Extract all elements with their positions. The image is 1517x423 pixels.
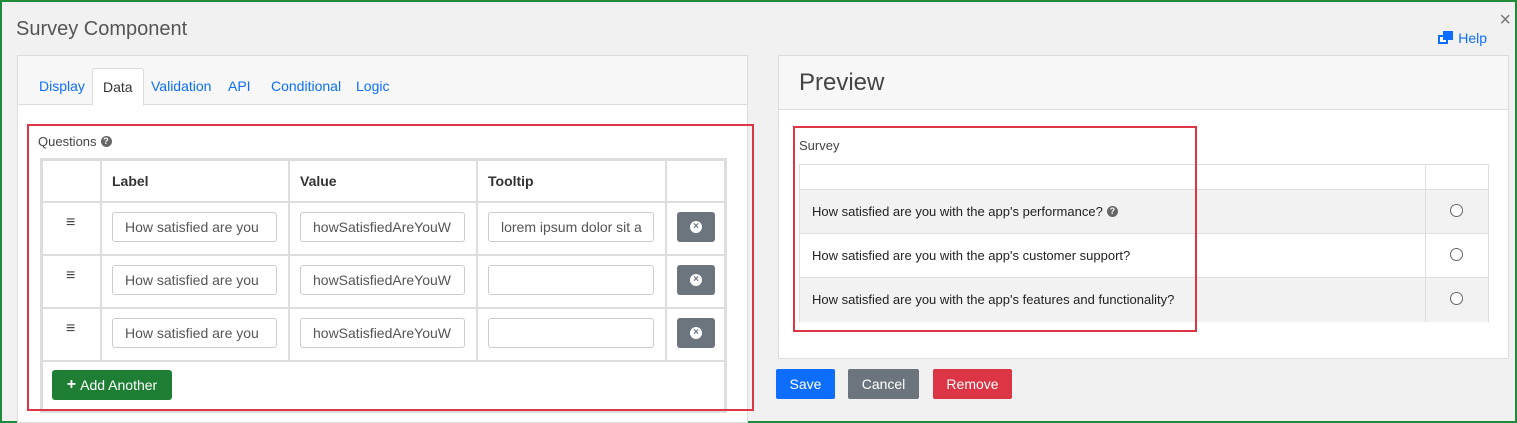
help-label: Help [1458, 30, 1487, 46]
value-column-header: Value [289, 160, 477, 202]
tooltip-input[interactable] [488, 318, 654, 348]
questions-datagrid: Label Value Tooltip ≡ How satisfied are … [40, 158, 727, 413]
close-icon[interactable]: × [1499, 10, 1511, 30]
question-circle-icon[interactable]: ? [1106, 206, 1118, 217]
plus-icon: + [66, 376, 77, 393]
survey-question: How satisfied are you with the app's cus… [812, 248, 1131, 263]
tab-data[interactable]: Data [92, 68, 144, 106]
label-column-header: Label [101, 160, 289, 202]
label-input[interactable]: How satisfied are you [112, 265, 277, 295]
tab-bar: Display Data Validation API Conditional … [18, 56, 747, 106]
cancel-button[interactable]: Cancel [848, 369, 919, 399]
tab-conditional[interactable]: Conditional [271, 78, 341, 94]
remove-circle-icon: × [690, 221, 702, 233]
table-row: How satisfied are you with the app's cus… [800, 234, 1488, 278]
value-input[interactable]: howSatisfiedAreYouW [300, 265, 465, 295]
tab-display[interactable]: Display [39, 78, 85, 94]
drag-column-header [42, 160, 101, 202]
survey-radio[interactable] [1450, 248, 1463, 261]
label-input[interactable]: How satisfied are you [112, 318, 277, 348]
survey-header-row [800, 165, 1488, 190]
add-another-label: Add Another [80, 377, 158, 393]
survey-question: How satisfied are you with the app's per… [812, 204, 1118, 219]
remove-row-button[interactable]: × [677, 265, 715, 295]
save-button[interactable]: Save [776, 369, 835, 399]
tooltip-input[interactable] [488, 265, 654, 295]
table-row: How satisfied are you with the app's fea… [800, 278, 1488, 322]
value-input[interactable]: howSatisfiedAreYouW [300, 212, 465, 242]
survey-question: How satisfied are you with the app's fea… [812, 292, 1175, 307]
survey-radio[interactable] [1450, 292, 1463, 305]
drag-handle-icon[interactable]: ≡ [66, 320, 75, 338]
edit-form-panel: Display Data Validation API Conditional … [17, 55, 754, 423]
external-window-icon [1438, 31, 1454, 45]
modal-title: Survey Component [16, 18, 188, 40]
preview-panel: Preview Survey How satisfied are you wit… [778, 55, 1509, 359]
remove-button[interactable]: Remove [933, 369, 1012, 399]
drag-handle-icon[interactable]: ≡ [66, 214, 75, 232]
preview-header: Preview [779, 56, 1508, 110]
table-row: How satisfied are you with the app's per… [800, 190, 1488, 234]
actions-column-header [666, 160, 725, 202]
tooltip-input[interactable]: lorem ipsum dolor sit a [488, 212, 654, 242]
help-link[interactable]: Help [1438, 30, 1487, 46]
tab-logic[interactable]: Logic [356, 78, 389, 94]
survey-component-modal: Survey Component × Help Display Data Val… [0, 0, 1517, 423]
tooltip-column-header: Tooltip [477, 160, 666, 202]
survey-label: Survey [799, 138, 840, 153]
tab-validation[interactable]: Validation [151, 78, 211, 94]
label-input[interactable]: How satisfied are you [112, 212, 277, 242]
remove-row-button[interactable]: × [677, 318, 715, 348]
value-input[interactable]: howSatisfiedAreYouW [300, 318, 465, 348]
add-another-button[interactable]: + Add Another [52, 370, 172, 400]
tab-api[interactable]: API [228, 78, 251, 94]
questions-label-text: Questions [38, 134, 97, 149]
questions-field-label: Questions ? [38, 134, 112, 149]
question-circle-icon[interactable]: ? [100, 136, 112, 147]
remove-row-button[interactable]: × [677, 212, 715, 242]
survey-radio[interactable] [1450, 204, 1463, 217]
preview-title: Preview [799, 69, 885, 96]
remove-circle-icon: × [690, 274, 702, 286]
survey-table: How satisfied are you with the app's per… [799, 164, 1489, 322]
remove-circle-icon: × [690, 327, 702, 339]
drag-handle-icon[interactable]: ≡ [66, 267, 75, 285]
survey-question-text: How satisfied are you with the app's per… [812, 204, 1103, 219]
